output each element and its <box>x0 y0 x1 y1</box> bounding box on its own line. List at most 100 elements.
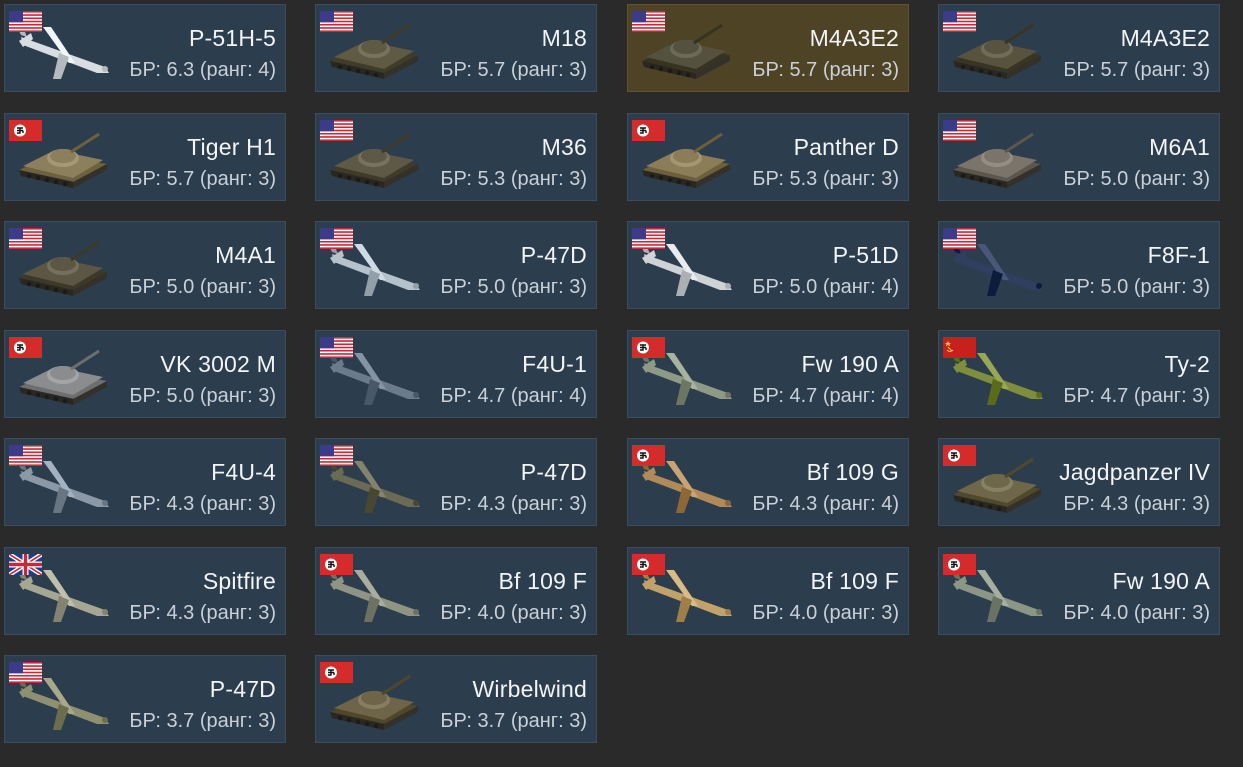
vehicle-br-rank: БР: 5.0 (ранг: 3) <box>129 276 276 298</box>
vehicle-card[interactable]: Bf 109 F БР: 4.0 (ранг: 3) <box>627 547 909 635</box>
vehicle-br-rank: БР: 5.3 (ранг: 3) <box>752 168 899 190</box>
usa-flag-icon <box>9 11 42 32</box>
germany-flag-icon <box>632 337 665 358</box>
usa-flag-icon <box>943 228 976 249</box>
vehicle-card[interactable]: M4A3E2 БР: 5.7 (ранг: 3) <box>627 4 909 92</box>
vehicle-card[interactable]: Jagdpanzer IV БР: 4.3 (ранг: 3) <box>938 438 1220 526</box>
vehicle-br-rank: БР: 4.7 (ранг: 3) <box>1063 385 1210 407</box>
vehicle-card[interactable]: Ту-2 БР: 4.7 (ранг: 3) <box>938 330 1220 418</box>
vehicle-br-rank: БР: 4.3 (ранг: 3) <box>129 602 276 624</box>
vehicle-card[interactable]: VK 3002 M БР: 5.0 (ранг: 3) <box>4 330 286 418</box>
usa-flag-icon <box>320 228 353 249</box>
germany-flag-icon <box>320 662 353 683</box>
vehicle-card[interactable]: Spitfire БР: 4.3 (ранг: 3) <box>4 547 286 635</box>
vehicle-card[interactable]: Fw 190 A БР: 4.0 (ранг: 3) <box>938 547 1220 635</box>
vehicle-br-rank: БР: 5.0 (ранг: 3) <box>440 276 587 298</box>
vehicle-card[interactable]: Panther D БР: 5.3 (ранг: 3) <box>627 113 909 201</box>
vehicle-br-rank: БР: 4.7 (ранг: 4) <box>752 385 899 407</box>
vehicle-grid: P-51H-5 БР: 6.3 (ранг: 4) M18 БР: 5.7 (ран… <box>0 0 1243 767</box>
vehicle-br-rank: БР: 4.0 (ранг: 3) <box>440 602 587 624</box>
usa-flag-icon <box>9 445 42 466</box>
vehicle-card[interactable]: M6A1 БР: 5.0 (ранг: 3) <box>938 113 1220 201</box>
vehicle-name: M6A1 <box>1149 134 1210 160</box>
vehicle-br-rank: БР: 5.7 (ранг: 3) <box>440 59 587 81</box>
germany-flag-icon <box>9 337 42 358</box>
vehicle-name: M18 <box>541 25 587 51</box>
vehicle-card[interactable]: Bf 109 G БР: 4.3 (ранг: 4) <box>627 438 909 526</box>
vehicle-br-rank: БР: 3.7 (ранг: 3) <box>440 710 587 732</box>
vehicle-name: M4A3E2 <box>1120 25 1210 51</box>
vehicle-name: P-47D <box>209 676 276 702</box>
vehicle-name: Bf 109 F <box>810 568 899 594</box>
germany-flag-icon <box>320 554 353 575</box>
usa-flag-icon <box>9 662 42 683</box>
vehicle-br-rank: БР: 5.0 (ранг: 3) <box>129 385 276 407</box>
vehicle-name: P-47D <box>520 459 587 485</box>
vehicle-br-rank: БР: 4.0 (ранг: 3) <box>752 602 899 624</box>
vehicle-br-rank: БР: 4.3 (ранг: 3) <box>1063 493 1210 515</box>
vehicle-br-rank: БР: 4.0 (ранг: 3) <box>1063 602 1210 624</box>
vehicle-card[interactable]: M4A3E2 БР: 5.7 (ранг: 3) <box>938 4 1220 92</box>
vehicle-name: F4U-4 <box>211 459 276 485</box>
vehicle-name: Bf 109 F <box>498 568 587 594</box>
usa-flag-icon <box>320 11 353 32</box>
vehicle-card[interactable]: Fw 190 A БР: 4.7 (ранг: 4) <box>627 330 909 418</box>
usa-flag-icon <box>943 11 976 32</box>
vehicle-card[interactable]: P-47D БР: 5.0 (ранг: 3) <box>315 221 597 309</box>
vehicle-name: Panther D <box>793 134 899 160</box>
usa-flag-icon <box>320 120 353 141</box>
vehicle-br-rank: БР: 4.3 (ранг: 3) <box>129 493 276 515</box>
vehicle-card[interactable]: F4U-1 БР: 4.7 (ранг: 4) <box>315 330 597 418</box>
vehicle-name: Wirbelwind <box>472 676 587 702</box>
vehicle-card[interactable]: F8F-1 БР: 5.0 (ранг: 3) <box>938 221 1220 309</box>
usa-flag-icon <box>9 228 42 249</box>
vehicle-card[interactable]: Bf 109 F БР: 4.0 (ранг: 3) <box>315 547 597 635</box>
vehicle-name: P-47D <box>520 242 587 268</box>
germany-flag-icon <box>632 120 665 141</box>
vehicle-br-rank: БР: 5.0 (ранг: 3) <box>1063 168 1210 190</box>
vehicle-name: Fw 190 A <box>801 351 899 377</box>
vehicle-card[interactable]: Wirbelwind БР: 3.7 (ранг: 3) <box>315 655 597 743</box>
germany-flag-icon <box>943 445 976 466</box>
vehicle-br-rank: БР: 5.3 (ранг: 3) <box>440 168 587 190</box>
uk-flag-icon <box>7 552 44 577</box>
vehicle-card[interactable]: F4U-4 БР: 4.3 (ранг: 3) <box>4 438 286 526</box>
vehicle-br-rank: БР: 5.0 (ранг: 3) <box>1063 276 1210 298</box>
vehicle-card[interactable]: M4A1 БР: 5.0 (ранг: 3) <box>4 221 286 309</box>
usa-flag-icon <box>320 445 353 466</box>
germany-flag-icon <box>632 445 665 466</box>
vehicle-name: M4A1 <box>215 242 276 268</box>
vehicle-card[interactable]: P-47D БР: 3.7 (ранг: 3) <box>4 655 286 743</box>
vehicle-card[interactable]: P-47D БР: 4.3 (ранг: 3) <box>315 438 597 526</box>
vehicle-card[interactable]: P-51D БР: 5.0 (ранг: 4) <box>627 221 909 309</box>
vehicle-name: Ту-2 <box>1164 351 1210 377</box>
usa-flag-icon <box>632 11 665 32</box>
vehicle-card[interactable]: Tiger H1 БР: 5.7 (ранг: 3) <box>4 113 286 201</box>
vehicle-br-rank: БР: 5.7 (ранг: 3) <box>129 168 276 190</box>
vehicle-br-rank: БР: 3.7 (ранг: 3) <box>129 710 276 732</box>
germany-flag-icon <box>632 554 665 575</box>
vehicle-br-rank: БР: 4.3 (ранг: 4) <box>752 493 899 515</box>
vehicle-name: Spitfire <box>202 568 276 594</box>
usa-flag-icon <box>943 120 976 141</box>
vehicle-name: Fw 190 A <box>1112 568 1210 594</box>
vehicle-br-rank: БР: 6.3 (ранг: 4) <box>129 59 276 81</box>
vehicle-name: F8F-1 <box>1147 242 1210 268</box>
vehicle-br-rank: БР: 4.7 (ранг: 4) <box>440 385 587 407</box>
usa-flag-icon <box>632 228 665 249</box>
vehicle-br-rank: БР: 5.7 (ранг: 3) <box>1063 59 1210 81</box>
vehicle-name: P-51D <box>832 242 899 268</box>
vehicle-card[interactable]: M36 БР: 5.3 (ранг: 3) <box>315 113 597 201</box>
vehicle-name: Tiger H1 <box>187 134 276 160</box>
vehicle-card[interactable]: M18 БР: 5.7 (ранг: 3) <box>315 4 597 92</box>
vehicle-br-rank: БР: 5.0 (ранг: 4) <box>752 276 899 298</box>
vehicle-br-rank: БР: 4.3 (ранг: 3) <box>440 493 587 515</box>
vehicle-br-rank: БР: 5.7 (ранг: 3) <box>752 59 899 81</box>
vehicle-name: Jagdpanzer IV <box>1059 459 1210 485</box>
vehicle-card[interactable]: P-51H-5 БР: 6.3 (ранг: 4) <box>4 4 286 92</box>
vehicle-name: VK 3002 M <box>160 351 276 377</box>
vehicle-name: Bf 109 G <box>806 459 899 485</box>
vehicle-name: F4U-1 <box>522 351 587 377</box>
ussr-flag-icon <box>943 337 976 358</box>
vehicle-name: M4A3E2 <box>809 25 899 51</box>
